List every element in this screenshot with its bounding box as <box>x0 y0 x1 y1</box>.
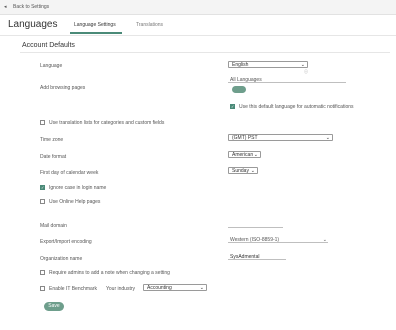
tab-language-settings[interactable]: Language Settings <box>74 22 116 28</box>
export-encoding-value: Western (ISO-8859-1) <box>230 237 280 243</box>
ignore-case-checkbox[interactable] <box>40 185 45 190</box>
add-browsing-toggle[interactable] <box>232 86 246 93</box>
back-link[interactable]: Back to Settings <box>13 4 49 10</box>
online-help-label: Use Online Help pages <box>49 199 101 205</box>
chevron-down-icon: ⌄ <box>325 135 330 141</box>
mail-domain-input[interactable] <box>228 222 283 228</box>
translate-categories-label: Use translation lists for categories and… <box>49 120 165 126</box>
use-default-notifications-label: Use this default language for automatic … <box>239 104 354 110</box>
industry-label: Your industry <box>106 286 135 292</box>
section-divider <box>20 52 390 53</box>
date-format-value: American <box>232 152 254 158</box>
first-day-value: Sunday <box>232 168 249 174</box>
tab-translations[interactable]: Translations <box>136 22 163 28</box>
chevron-down-icon: ⌄ <box>199 285 204 291</box>
section-title: Account Defaults <box>22 42 75 49</box>
chevron-down-icon: ⌄ <box>300 62 305 68</box>
chevron-down-icon: ⌄ <box>253 152 258 158</box>
date-format-select[interactable]: American ⌄ <box>228 151 261 158</box>
chevron-down-icon: ⌄ <box>250 168 255 174</box>
industry-select[interactable]: Accounting ⌄ <box>143 284 207 291</box>
timezone-label: Time zone <box>40 137 64 143</box>
first-day-label: First day of calendar week <box>40 170 99 176</box>
first-day-select[interactable]: Sunday ⌄ <box>228 167 258 174</box>
org-name-label: Organization name <box>40 256 83 262</box>
translate-categories-checkbox[interactable] <box>40 120 45 125</box>
online-help-checkbox[interactable] <box>40 199 45 204</box>
top-bar: ◂ Back to Settings <box>0 0 396 15</box>
ignore-case-label: Ignore case in login name <box>49 185 107 191</box>
language-value: English <box>232 62 249 68</box>
export-encoding-select[interactable]: Western (ISO-8859-1) ⌄ <box>228 237 328 243</box>
export-encoding-label: Export/Import encoding <box>40 239 92 245</box>
language-select[interactable]: English ⌄ <box>228 61 308 68</box>
date-format-label: Date format <box>40 154 67 160</box>
add-browsing-value: All Languages <box>230 77 262 83</box>
require-notes-label: Require admins to add a note when changi… <box>49 270 170 276</box>
mail-domain-label: Mail domain <box>40 223 67 229</box>
chevron-down-icon: ⌄ <box>322 237 327 243</box>
org-name-value: SysAdmental <box>230 254 260 260</box>
active-tab-indicator <box>70 32 122 34</box>
timezone-select[interactable]: (GMT) PST ⌄ <box>228 134 333 141</box>
add-browsing-input[interactable]: All Languages <box>228 77 346 83</box>
industry-value: Accounting <box>147 285 172 291</box>
page-title: Languages <box>8 19 58 30</box>
benchmark-checkbox[interactable] <box>40 286 45 291</box>
benchmark-label: Enable IT Benchmark <box>49 286 97 292</box>
language-label: Language <box>40 63 63 69</box>
save-button[interactable]: Save <box>44 302 64 311</box>
info-icon: ⓘ <box>304 69 308 74</box>
add-browsing-label: Add browsing pages <box>40 85 86 91</box>
page-header: Languages Language Settings Translations <box>0 15 396 36</box>
use-default-notifications-checkbox[interactable] <box>230 104 235 109</box>
timezone-value: (GMT) PST <box>232 135 258 141</box>
require-notes-checkbox[interactable] <box>40 270 45 275</box>
back-arrow-icon[interactable]: ◂ <box>4 4 7 10</box>
org-name-input[interactable]: SysAdmental <box>228 254 286 260</box>
